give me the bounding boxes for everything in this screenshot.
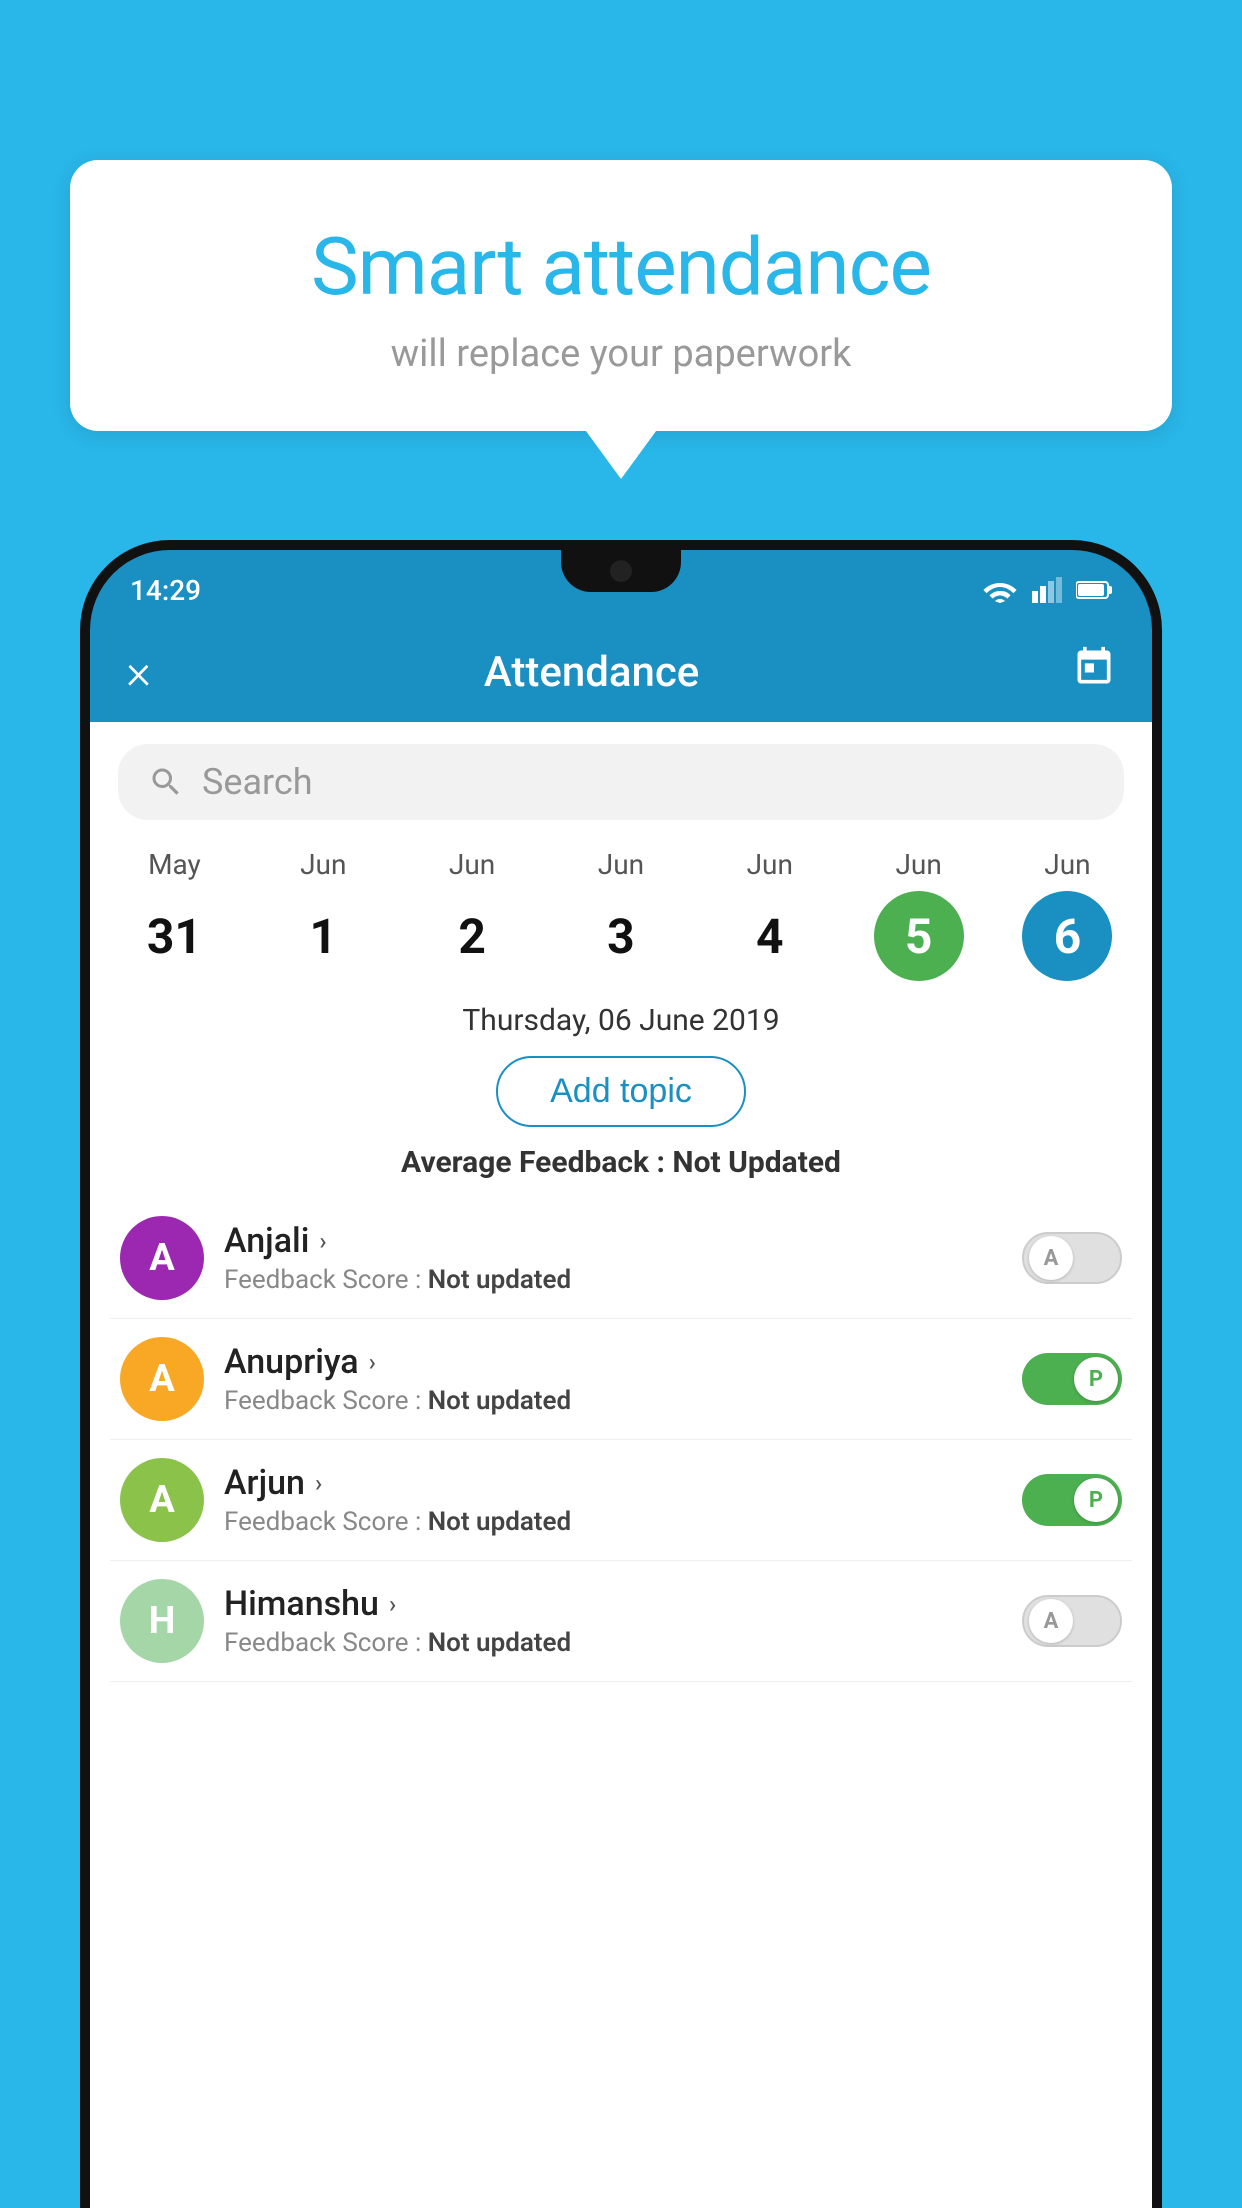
- signal-icon: [1032, 577, 1062, 603]
- cal-date: 2: [427, 891, 517, 981]
- calendar-day[interactable]: Jun 2: [407, 848, 537, 981]
- status-icons: [982, 569, 1112, 603]
- chevron-icon: ›: [315, 1469, 322, 1497]
- close-button[interactable]: ×: [126, 648, 151, 696]
- cal-month: Jun: [895, 848, 941, 881]
- feedback-score: Feedback Score : Not updated: [224, 1265, 1002, 1295]
- calendar-day[interactable]: Jun 4: [705, 848, 835, 981]
- selected-date-label: Thursday, 06 June 2019: [90, 1003, 1152, 1038]
- calendar-icon[interactable]: [1072, 645, 1116, 699]
- notch-camera: [610, 560, 632, 582]
- feedback-score: Feedback Score : Not updated: [224, 1628, 1002, 1658]
- cal-month: Jun: [1044, 848, 1090, 881]
- search-bar[interactable]: Search: [118, 744, 1124, 820]
- student-info: Anjali › Feedback Score : Not updated: [224, 1221, 1002, 1295]
- toggle-knob: P: [1074, 1357, 1118, 1401]
- search-icon: [148, 764, 184, 800]
- student-item[interactable]: H Himanshu › Feedback Score : Not updated A: [110, 1561, 1132, 1682]
- search-placeholder: Search: [202, 761, 313, 803]
- chevron-icon: ›: [369, 1348, 376, 1376]
- student-name: Anupriya ›: [224, 1342, 1002, 1382]
- speech-bubble: Smart attendance will replace your paper…: [70, 160, 1172, 431]
- chevron-icon: ›: [389, 1590, 396, 1618]
- student-info: Arjun › Feedback Score : Not updated: [224, 1463, 1002, 1537]
- cal-month: Jun: [449, 848, 495, 881]
- bubble-subtitle: will replace your paperwork: [130, 332, 1112, 376]
- speech-bubble-container: Smart attendance will replace your paper…: [70, 160, 1172, 431]
- calendar-day[interactable]: Jun 3: [556, 848, 686, 981]
- battery-icon: [1076, 580, 1112, 600]
- screen-content: Search May 31 Jun 1 Jun 2 Jun 3 Jun 4 Jun 5 Jun 6 Thu…: [90, 722, 1152, 2208]
- cal-month: May: [148, 848, 201, 881]
- avatar: A: [120, 1216, 204, 1300]
- cal-date: 3: [576, 891, 666, 981]
- feedback-score: Feedback Score : Not updated: [224, 1386, 1002, 1416]
- calendar-day[interactable]: Jun 1: [258, 848, 388, 981]
- app-bar: × Attendance: [90, 622, 1152, 722]
- student-name: Anjali ›: [224, 1221, 1002, 1261]
- add-topic-button[interactable]: Add topic: [496, 1056, 746, 1127]
- cal-date: 1: [278, 891, 368, 981]
- calendar-strip: May 31 Jun 1 Jun 2 Jun 3 Jun 4 Jun 5 Jun 6: [90, 820, 1152, 989]
- phone-frame: 14:29: [80, 540, 1162, 2208]
- wifi-icon: [982, 577, 1018, 603]
- cal-month: Jun: [747, 848, 793, 881]
- notch: [561, 550, 681, 592]
- toggle-knob: P: [1074, 1478, 1118, 1522]
- cal-date: 4: [725, 891, 815, 981]
- phone-inner: 14:29: [90, 550, 1152, 2208]
- avg-feedback-label: Average Feedback :: [401, 1145, 665, 1180]
- app-bar-title: Attendance: [151, 648, 1032, 697]
- cal-month: Jun: [300, 848, 346, 881]
- calendar-day[interactable]: Jun 5: [854, 848, 984, 981]
- chevron-icon: ›: [319, 1227, 326, 1255]
- avatar: A: [120, 1337, 204, 1421]
- toggle-knob: A: [1029, 1599, 1073, 1643]
- student-item[interactable]: A Arjun › Feedback Score : Not updated P: [110, 1440, 1132, 1561]
- attendance-toggle[interactable]: P: [1022, 1474, 1122, 1526]
- cal-month: Jun: [598, 848, 644, 881]
- student-name: Arjun ›: [224, 1463, 1002, 1503]
- calendar-day[interactable]: May 31: [109, 848, 239, 981]
- student-item[interactable]: A Anjali › Feedback Score : Not updated A: [110, 1198, 1132, 1319]
- student-list: AAnjali ›Feedback Score : Not updatedAAA…: [90, 1198, 1152, 1682]
- avg-feedback-value: Not Updated: [672, 1145, 841, 1180]
- calendar-day[interactable]: Jun 6: [1002, 848, 1132, 981]
- student-info: Anupriya › Feedback Score : Not updated: [224, 1342, 1002, 1416]
- student-info: Himanshu › Feedback Score : Not updated: [224, 1584, 1002, 1658]
- attendance-toggle[interactable]: P: [1022, 1353, 1122, 1405]
- avg-feedback: Average Feedback : Not Updated: [90, 1145, 1152, 1180]
- cal-date: 5: [874, 891, 964, 981]
- feedback-score: Feedback Score : Not updated: [224, 1507, 1002, 1537]
- attendance-toggle[interactable]: A: [1022, 1232, 1122, 1284]
- avatar: H: [120, 1579, 204, 1663]
- student-item[interactable]: A Anupriya › Feedback Score : Not updated P: [110, 1319, 1132, 1440]
- attendance-toggle[interactable]: A: [1022, 1595, 1122, 1647]
- cal-date: 31: [129, 891, 219, 981]
- cal-date: 6: [1022, 891, 1112, 981]
- toggle-knob: A: [1029, 1236, 1073, 1280]
- avatar: A: [120, 1458, 204, 1542]
- bubble-title: Smart attendance: [130, 220, 1112, 314]
- student-name: Himanshu ›: [224, 1584, 1002, 1624]
- status-time: 14:29: [130, 566, 201, 607]
